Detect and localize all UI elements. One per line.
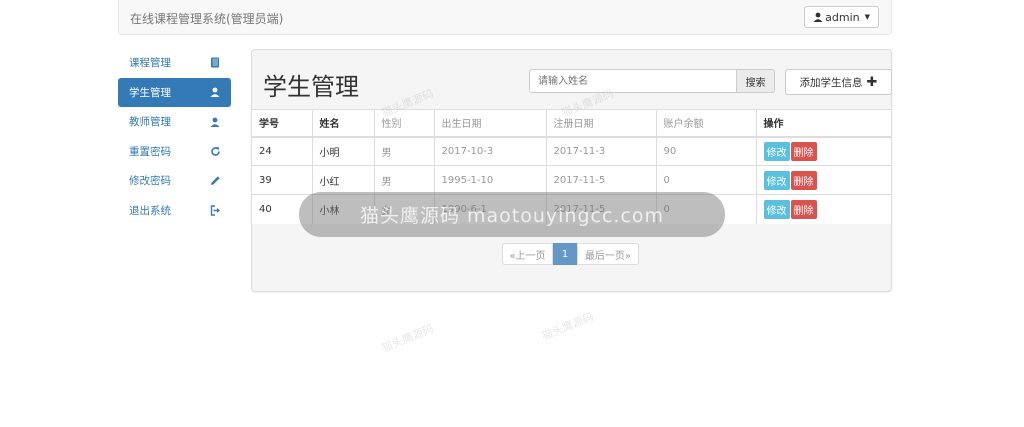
sidebar-item-label: 重置密码 [129, 145, 171, 158]
column-header: 姓名 [311, 109, 374, 138]
sidebar-item-reset-password[interactable]: 重置密码 [118, 137, 231, 166]
user-icon [209, 116, 221, 128]
user-menu-button[interactable]: admin ▼ [804, 6, 879, 28]
cell-birth: 2017-10-3 [433, 136, 546, 166]
user-icon [209, 86, 221, 98]
pencil-icon [209, 175, 221, 187]
cell-name: 小红 [311, 165, 374, 195]
pagination-last[interactable]: 最后一页» [577, 243, 639, 265]
table-row: 24 小明 男 2017-10-3 2017-11-3 90 修改 删除 [252, 136, 891, 166]
app-brand[interactable]: 在线课程管理系统(管理员端) [130, 10, 283, 27]
cell-actions: 修改 删除 [755, 136, 891, 166]
sidebar: 课程管理 学生管理 教师管理 重置密码 修改密码 退出系统 [118, 48, 231, 225]
user-name: admin [825, 10, 860, 24]
caret-down-icon: ▼ [864, 13, 870, 21]
pagination-current[interactable]: 1 [553, 243, 577, 265]
column-header: 账户余额 [655, 109, 756, 138]
cell-balance: 90 [655, 136, 756, 166]
search-group: 搜索 [529, 69, 775, 93]
delete-button[interactable]: 删除 [790, 141, 817, 161]
cell-id: 39 [252, 165, 312, 195]
column-header: 学号 [252, 109, 312, 138]
add-student-label: 添加学生信息 [799, 76, 863, 89]
sidebar-item-label: 学生管理 [129, 86, 171, 99]
refresh-icon [209, 145, 221, 157]
top-navbar: 在线课程管理系统(管理员端) admin ▼ [118, 0, 892, 35]
book-icon [209, 57, 221, 69]
watermark-faint: 猫头鹰源码 [539, 310, 596, 343]
sidebar-item-label: 教师管理 [129, 116, 171, 128]
page-title: 学生管理 [263, 73, 359, 101]
column-header: 出生日期 [433, 109, 546, 138]
logout-icon [209, 204, 221, 216]
cell-balance: 0 [655, 165, 756, 195]
sidebar-item-label: 课程管理 [129, 57, 171, 69]
cell-actions: 修改 删除 [755, 165, 891, 195]
cell-gender: 男 [373, 165, 434, 195]
main-panel: 学生管理 搜索 添加学生信息 ✚ 学号 姓名 性别 出生日期 注册日期 账户余额… [251, 49, 892, 292]
sidebar-item-logout[interactable]: 退出系统 [118, 196, 231, 225]
search-button[interactable]: 搜索 [737, 69, 775, 93]
cell-gender: 男 [373, 136, 434, 166]
cell-reg: 2017-11-5 [545, 165, 656, 195]
edit-button[interactable]: 修改 [763, 199, 790, 219]
sidebar-item-change-password[interactable]: 修改密码 [118, 166, 231, 195]
column-header: 操作 [755, 109, 891, 138]
watermark-text: 猫头鹰源码 maotouyingcc.com [359, 205, 665, 227]
sidebar-item-label: 退出系统 [129, 204, 171, 217]
edit-button[interactable]: 修改 [763, 141, 790, 161]
sidebar-item-teacher[interactable]: 教师管理 [118, 107, 231, 136]
search-input[interactable] [529, 69, 737, 93]
cell-birth: 1995-1-10 [433, 165, 546, 195]
pagination-prev[interactable]: «上一页 [502, 243, 553, 265]
delete-button[interactable]: 删除 [790, 170, 817, 190]
cell-actions: 修改 删除 [755, 194, 891, 224]
watermark-faint: 猫头鹰源码 [379, 322, 436, 355]
cell-reg: 2017-11-3 [545, 136, 656, 166]
sidebar-item-course[interactable]: 课程管理 [118, 48, 231, 77]
edit-button[interactable]: 修改 [763, 170, 790, 190]
cell-name: 小明 [311, 136, 374, 166]
cell-id: 24 [252, 136, 312, 166]
sidebar-item-label: 修改密码 [129, 175, 171, 187]
table-row: 39 小红 男 1995-1-10 2017-11-5 0 修改 删除 [252, 165, 891, 195]
delete-button[interactable]: 删除 [790, 199, 817, 219]
sidebar-item-student[interactable]: 学生管理 [118, 77, 231, 107]
pagination: «上一页 1 最后一页» [502, 243, 639, 265]
user-icon [813, 12, 823, 22]
watermark-band: 猫头鹰源码 maotouyingcc.com [299, 192, 725, 237]
add-student-button[interactable]: 添加学生信息 ✚ [785, 69, 892, 95]
plus-icon: ✚ [866, 74, 878, 90]
